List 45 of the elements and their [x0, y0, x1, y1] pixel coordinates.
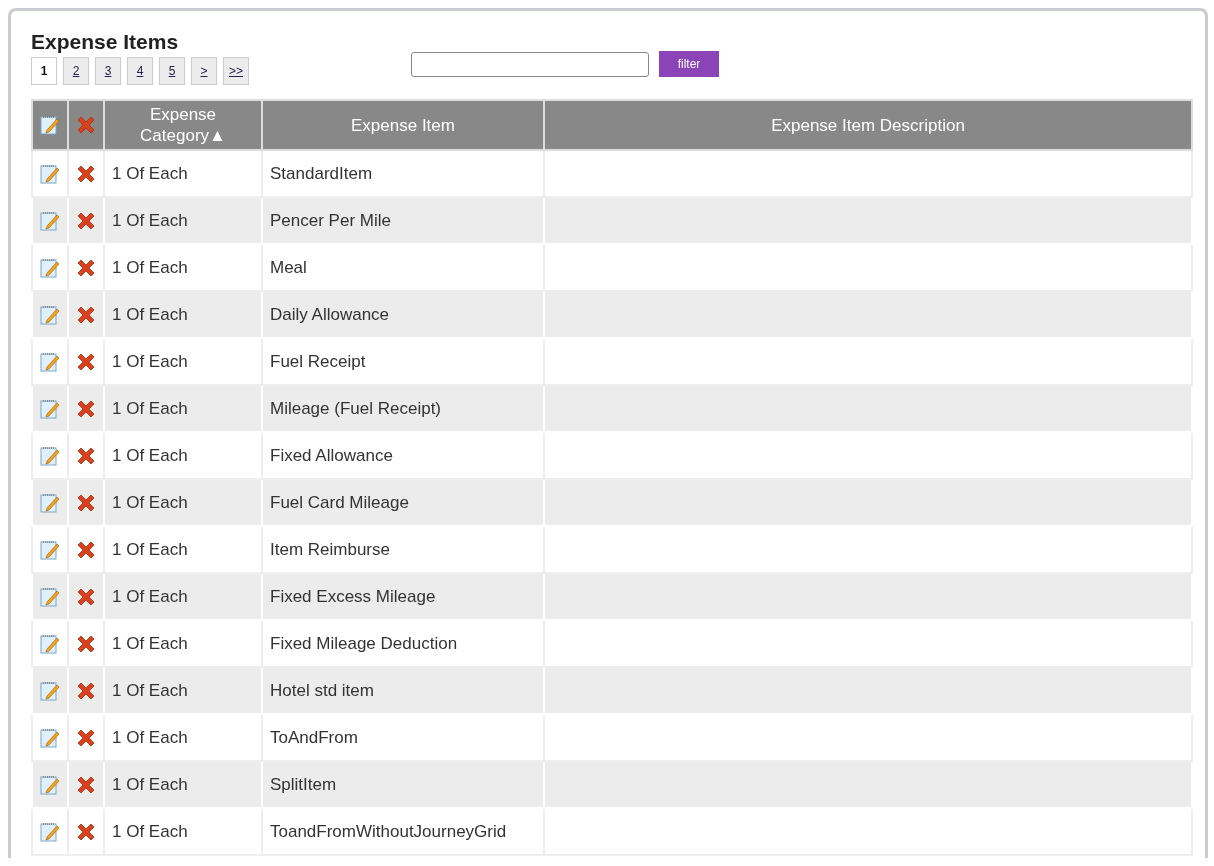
page-link[interactable]: 3 [95, 57, 121, 85]
edit-icon[interactable] [39, 820, 61, 843]
edit-icon[interactable] [39, 538, 61, 561]
table-cell: Fixed Excess Mileage [262, 573, 544, 620]
page-link[interactable]: 1 [31, 57, 57, 85]
table-cell: 1 Of Each [104, 479, 262, 526]
page-link[interactable]: >> [223, 57, 249, 85]
table-cell: 1 Of Each [104, 808, 262, 855]
table-cell: ToandFromWithoutJourneyGrid [262, 808, 544, 855]
edit-icon[interactable] [39, 350, 61, 373]
table-cell: 1 Of Each [104, 291, 262, 338]
edit-icon[interactable] [39, 256, 61, 279]
edit-icon[interactable] [39, 726, 61, 749]
edit-icon[interactable] [39, 209, 61, 232]
column-header[interactable]: Expense Item [262, 100, 544, 150]
table-cell: 1 Of Each [104, 761, 262, 808]
edit-icon[interactable] [39, 632, 61, 655]
table-cell: 1 Of Each [104, 573, 262, 620]
edit-icon[interactable] [39, 397, 61, 420]
column-header[interactable]: Expense Item Description [544, 100, 1192, 150]
edit-icon[interactable] [39, 679, 61, 702]
page-link[interactable]: 2 [63, 57, 89, 85]
filter-field[interactable] [411, 51, 649, 77]
page-title: Expense Items [31, 29, 180, 55]
table-cell: Mileage (Fuel Receipt) [262, 385, 544, 432]
edit-icon[interactable] [39, 585, 61, 608]
column-header[interactable]: Expense Category▲ [104, 100, 262, 150]
edit-icon[interactable] [39, 114, 61, 137]
edit-icon[interactable] [39, 444, 61, 467]
table-cell: Hotel std item [262, 667, 544, 714]
table-cell: 1 Of Each [104, 385, 262, 432]
table-cell: 1 Of Each [104, 197, 262, 244]
table-cell: Fuel Card Mileage [262, 479, 544, 526]
edit-icon[interactable] [39, 303, 61, 326]
edit-icon[interactable] [39, 773, 61, 796]
page-link[interactable]: > [191, 57, 217, 85]
page-link[interactable]: 4 [127, 57, 153, 85]
table-cell: 1 Of Each [104, 667, 262, 714]
table-cell: SplitItem [262, 761, 544, 808]
filter-button[interactable]: filter [659, 51, 719, 77]
table-cell: Pencer Per Mile [262, 197, 544, 244]
table-cell: Daily Allowance [262, 291, 544, 338]
edit-icon[interactable] [39, 491, 61, 514]
edit-icon[interactable] [39, 162, 61, 185]
page-link[interactable]: 5 [159, 57, 185, 85]
